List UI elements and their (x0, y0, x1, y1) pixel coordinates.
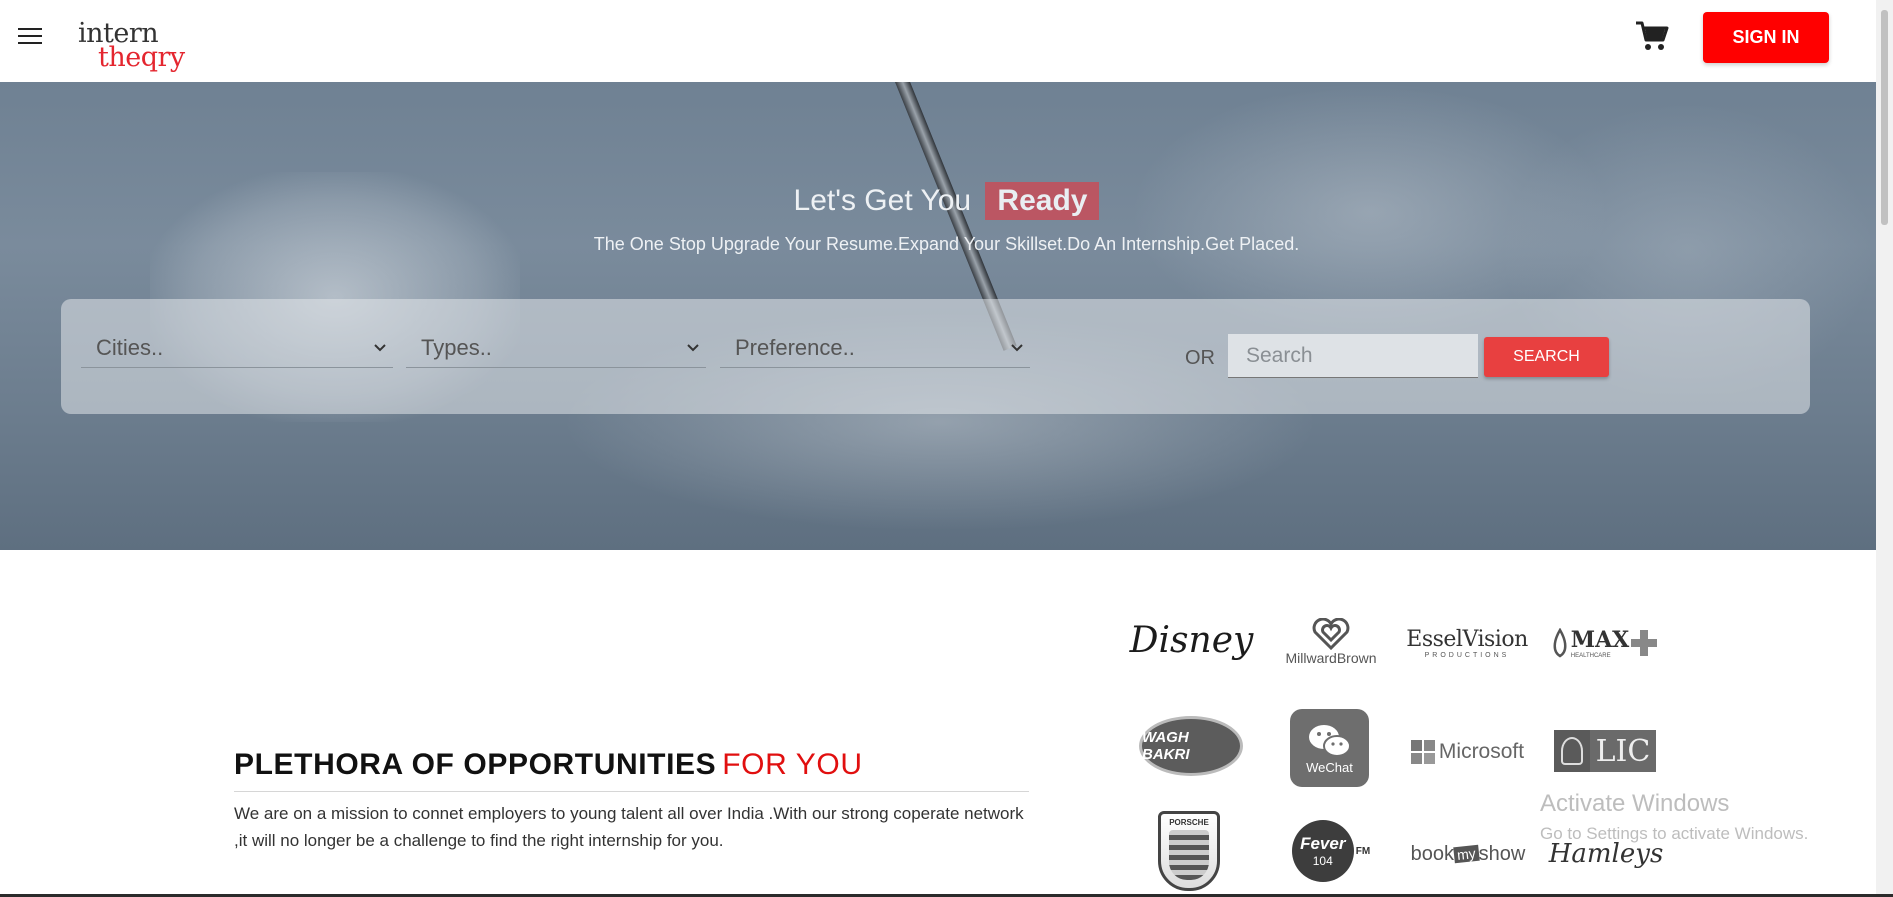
fever-badge: Fever 104 (1291, 820, 1354, 882)
wechat-logo-text: WeChat (1306, 759, 1353, 775)
hero-title-highlight: Ready (985, 182, 1100, 220)
types-select-value: Types.. (421, 335, 492, 360)
preference-select[interactable]: Preference.. (720, 331, 1030, 368)
porsche-logo-text: PORSCHE (1169, 818, 1209, 827)
max-sub-text: HEALTHCARE (1570, 653, 1611, 659)
headline-highlight: FOR YOU (722, 748, 863, 781)
bookmyshow-show-text: show (1478, 842, 1526, 865)
esselvision-logo: EsselVision PRODUCTIONS (1406, 618, 1528, 668)
chevron-down-icon (687, 344, 699, 352)
microsoft-logo-text: Microsoft (1438, 740, 1525, 763)
activate-windows-subtitle: Go to Settings to activate Windows. (1540, 824, 1809, 843)
cities-select-value: Cities.. (96, 335, 164, 360)
fever-fm-text: FM (1355, 845, 1371, 857)
esselvision-sub-text: PRODUCTIONS (1424, 652, 1510, 659)
millwardbrown-heart-icon (1312, 618, 1350, 650)
max-cross-icon (1631, 630, 1658, 656)
millwardbrown-logo-text: MillwardBrown (1285, 650, 1377, 666)
porsche-crest: PORSCHE (1158, 811, 1220, 891)
or-label: OR (1185, 347, 1215, 369)
headline-text: PLETHORA OF OPPORTUNITIES (234, 748, 717, 781)
search-input[interactable] (1228, 334, 1478, 378)
lic-text-block: LIC (1590, 730, 1656, 772)
activate-windows-watermark: Activate Windows Go to Settings to activ… (1540, 790, 1808, 844)
millwardbrown-logo: MillwardBrown (1276, 612, 1386, 672)
hero-banner: Let's Get You Ready The One Stop Upgrade… (0, 82, 1876, 550)
lic-mark: LIC (1554, 730, 1656, 772)
search-button[interactable]: SEARCH (1484, 337, 1609, 377)
hero-title: Let's Get You Ready (0, 182, 1876, 220)
wechat-bubbles-icon (1308, 724, 1351, 757)
fever-fm-logo: Fever 104 FM (1288, 808, 1374, 894)
top-navbar: intern theqry SIGN IN (0, 0, 1876, 82)
chevron-down-icon (374, 344, 386, 352)
bookmyshow-logo: book my show (1408, 836, 1528, 872)
types-select[interactable]: Types.. (406, 331, 706, 368)
fever-number-text: 104 (1312, 854, 1333, 868)
mission-text: We are on a mission to connet employers … (234, 804, 1024, 850)
divider (234, 791, 1029, 792)
logo-text-theory: theqry (98, 42, 185, 73)
wechat-logo: WeChat (1290, 709, 1369, 787)
fever-logo-text: Fever (1300, 834, 1346, 853)
lic-emblem-icon (1554, 730, 1590, 772)
lic-logo-text: LIC (1595, 733, 1651, 769)
sign-in-button[interactable]: SIGN IN (1703, 12, 1829, 63)
wagh-bakri-badge: WAGH BAKRI (1139, 716, 1243, 776)
disney-logo-text: Disney (1129, 619, 1254, 661)
disney-logo: Disney (1130, 610, 1254, 670)
max-text-group: MAX HEALTHCARE (1571, 627, 1630, 659)
cities-select[interactable]: Cities.. (81, 331, 393, 368)
opportunities-headline: PLETHORA OF OPPORTUNITIES FOR YOU (234, 748, 863, 782)
cart-icon[interactable] (1634, 18, 1670, 54)
max-leaf-icon (1553, 628, 1567, 658)
preference-select-value: Preference.. (735, 335, 855, 360)
bookmyshow-book-text: book (1410, 842, 1454, 865)
interntheory-logo[interactable]: intern theqry (76, 16, 186, 76)
microsoft-windows-icon (1410, 740, 1435, 764)
max-healthcare-logo: MAX HEALTHCARE (1550, 618, 1660, 668)
chevron-down-icon (1011, 344, 1023, 352)
wagh-bakri-logo-text: WAGH BAKRI (1142, 729, 1190, 763)
esselvision-logo-text: EsselVision (1406, 627, 1528, 652)
scrollbar-thumb[interactable] (1881, 10, 1888, 225)
hero-subtitle: The One Stop Upgrade Your Resume.Expand … (593, 234, 1300, 254)
search-panel: Cities.. Types.. Preference.. OR SEARCH (61, 299, 1810, 414)
hamburger-menu-icon[interactable] (18, 28, 42, 48)
activate-windows-title: Activate Windows (1540, 790, 1730, 817)
microsoft-logo: Microsoft (1410, 732, 1525, 772)
lic-logo: LIC (1551, 720, 1659, 782)
porsche-logo: PORSCHE (1156, 808, 1222, 894)
max-logo-text: MAX (1570, 627, 1630, 653)
bookmyshow-my-text: my (1453, 844, 1480, 864)
hero-title-prefix: Let's Get You (793, 184, 972, 217)
wagh-bakri-logo: WAGH BAKRI (1136, 710, 1246, 782)
